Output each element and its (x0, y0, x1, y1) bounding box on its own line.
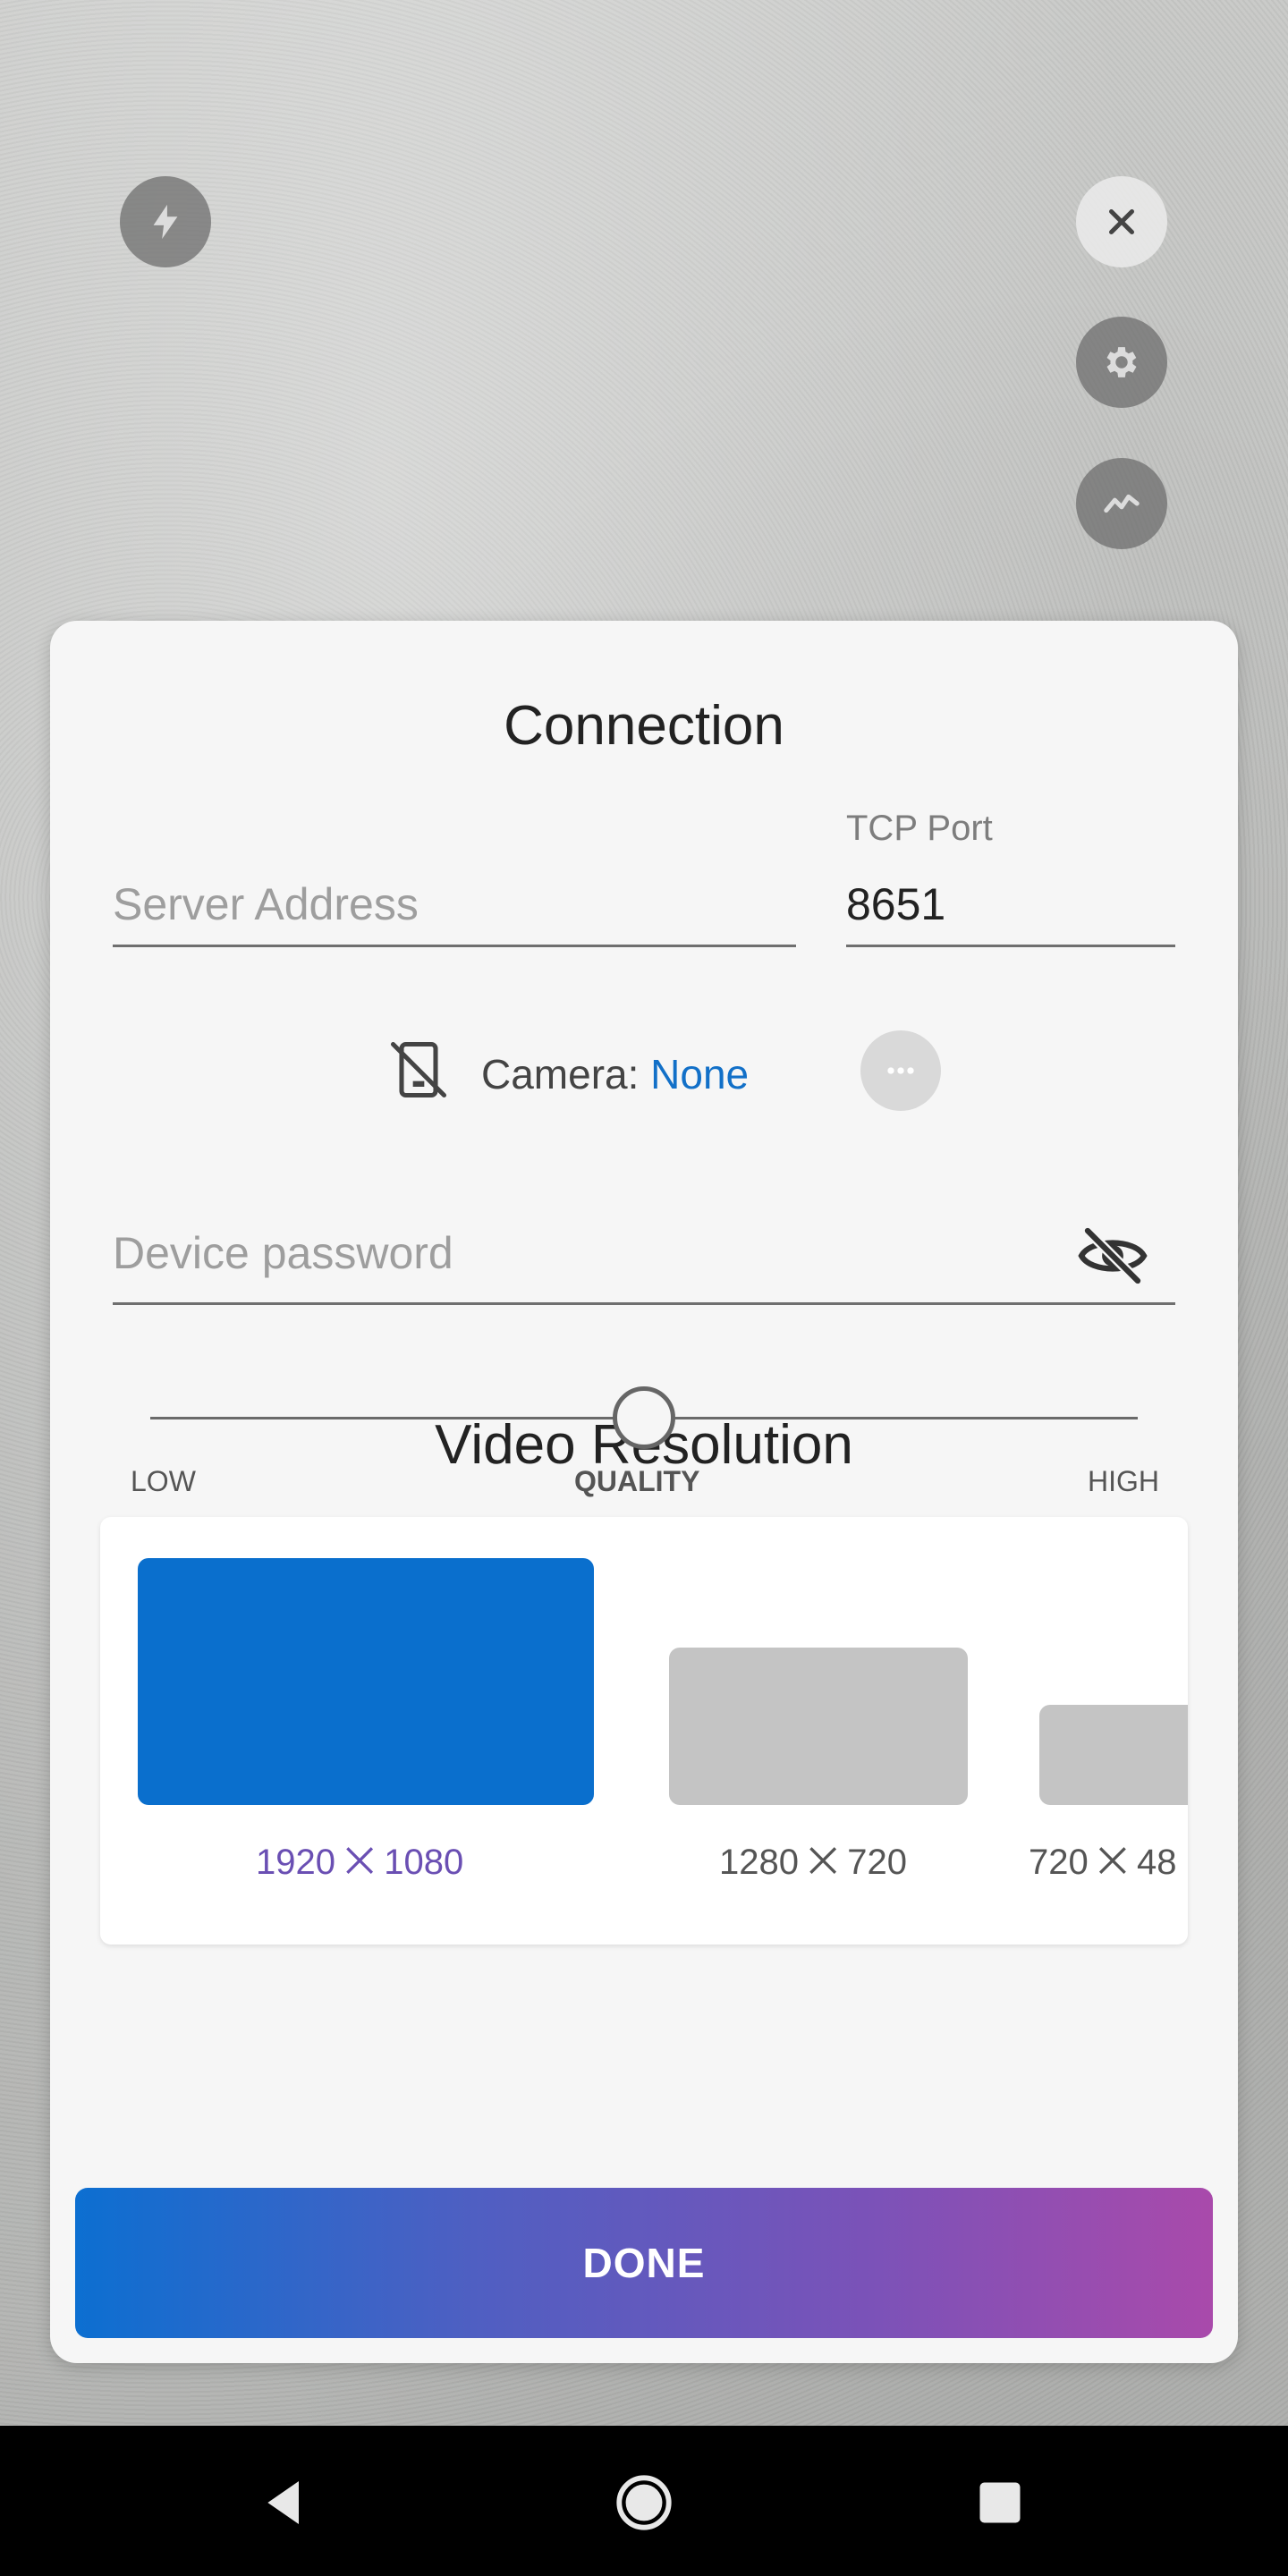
device-password-underline (113, 1302, 1175, 1305)
resolution-option-720p[interactable] (669, 1648, 968, 1805)
close-icon (1109, 209, 1134, 234)
camera-row: Camera: None (50, 1030, 1238, 1113)
quality-high-label: HIGH (1088, 1465, 1159, 1497)
done-button[interactable]: DONE (75, 2188, 1213, 2338)
camera-status: Camera: None (481, 1050, 749, 1098)
gear-icon (1106, 347, 1137, 377)
back-button[interactable] (249, 2467, 320, 2538)
navigation-bar (0, 2426, 1288, 2576)
tcp-port-input[interactable] (846, 873, 1174, 936)
resolution-label: 1280 ⨉ 720 (719, 1843, 907, 1882)
resolution-option-480p[interactable] (1039, 1705, 1188, 1805)
server-address-underline (113, 945, 796, 947)
tcp-port-underline (846, 945, 1175, 947)
stats-button[interactable] (1076, 458, 1167, 549)
server-address-input[interactable] (113, 873, 792, 936)
back-icon (267, 2481, 299, 2524)
quality-label: QUALITY (574, 1465, 700, 1497)
resolution-option-1080p[interactable] (138, 1558, 594, 1805)
resolution-picker: 1920 ⨉ 1080 1280 ⨉ 720 720 ⨉ 48 (100, 1517, 1188, 1945)
resolution-label: 1920 ⨉ 1080 (256, 1843, 464, 1882)
recents-icon (979, 2482, 1021, 2523)
quality-slider-thumb[interactable] (613, 1386, 675, 1449)
flash-button[interactable] (120, 176, 211, 267)
recents-button[interactable] (964, 2467, 1036, 2538)
connection-dialog: Connection TCP Port Camera: None (50, 621, 1238, 2363)
tcp-port-label: TCP Port (846, 809, 993, 848)
close-button[interactable] (1076, 176, 1167, 267)
quality-low-label: LOW (131, 1465, 196, 1497)
trend-icon (1104, 494, 1140, 513)
camera-more-button[interactable] (860, 1030, 941, 1111)
flash-icon (153, 204, 178, 240)
visibility-off-icon[interactable] (1075, 1218, 1150, 1293)
camera-value[interactable]: None (650, 1051, 749, 1097)
more-horizontal-icon (887, 1067, 914, 1074)
camera-label: Camera: (481, 1051, 651, 1097)
home-icon (616, 2475, 672, 2530)
connection-title: Connection (504, 695, 784, 757)
device-password-input[interactable] (113, 1222, 1079, 1284)
resolution-label: 720 ⨉ 48 (1029, 1843, 1177, 1882)
no-device-icon (390, 1041, 447, 1098)
settings-button[interactable] (1076, 317, 1167, 408)
home-button[interactable] (608, 2467, 680, 2538)
